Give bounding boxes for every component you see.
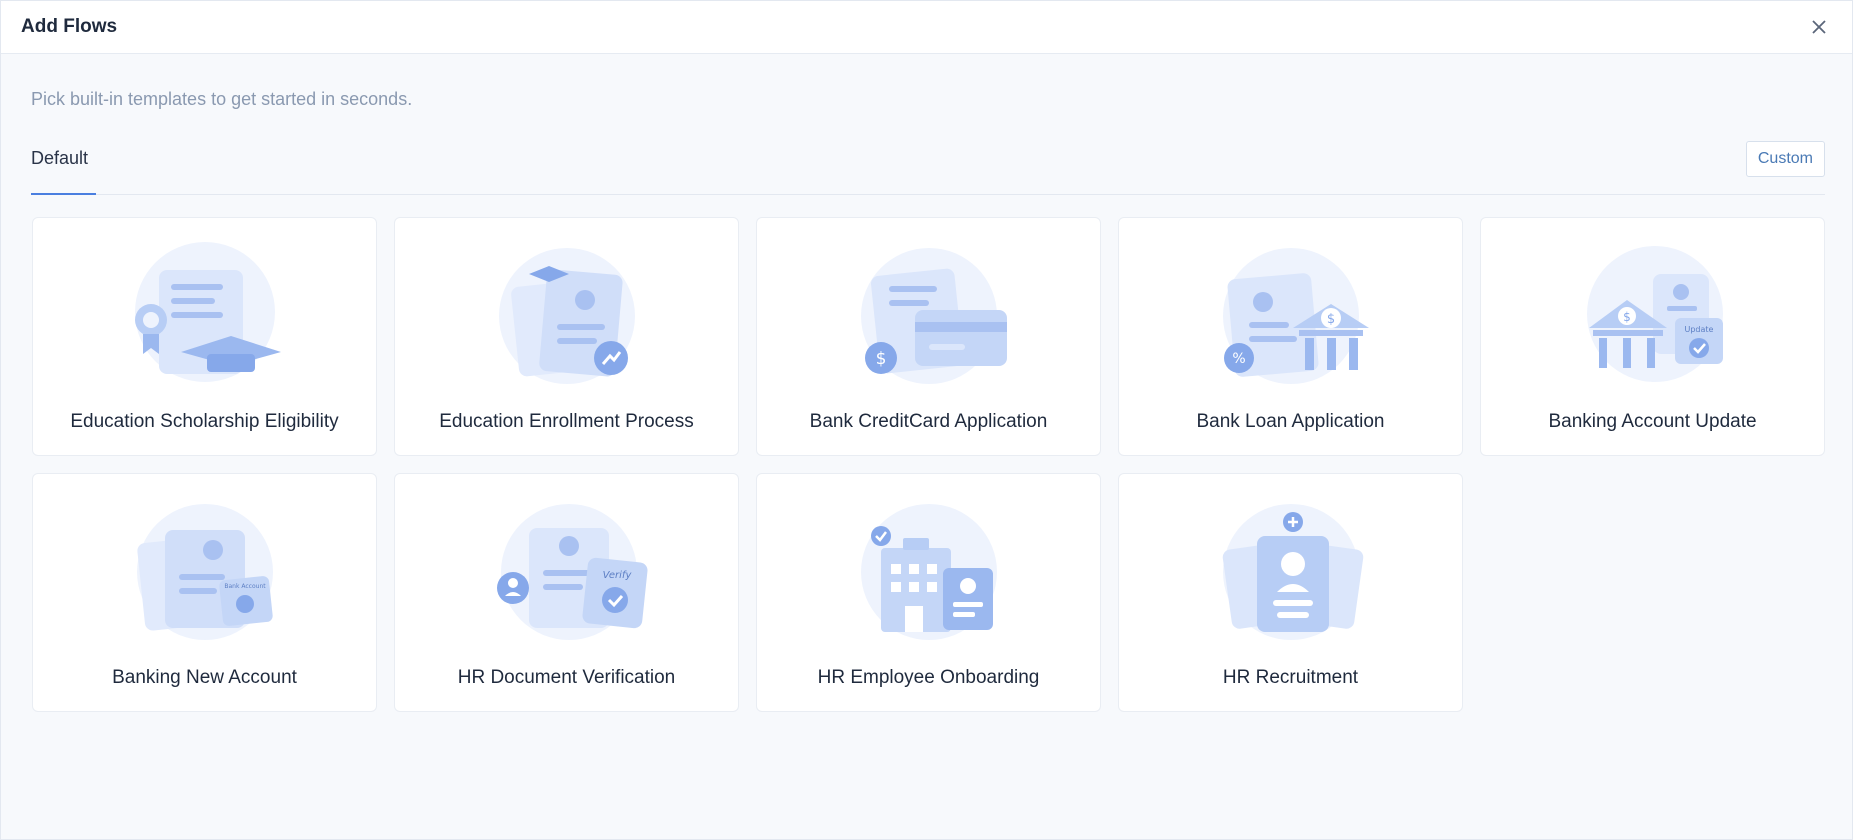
recruitment-icon — [1222, 504, 1363, 640]
credit-card-icon: $ — [860, 248, 1007, 384]
close-icon — [1812, 20, 1826, 34]
bank-loan-icon: $ % — [1222, 248, 1369, 384]
template-label: HR Employee Onboarding — [817, 667, 1040, 688]
add-flows-dialog: Add Flows Pick built-in templates to get… — [0, 0, 1853, 840]
template-card-hr-employee-onboarding[interactable]: HR Employee Onboarding — [756, 473, 1101, 712]
template-label: Banking New Account — [112, 667, 297, 688]
dialog-title: Add Flows — [21, 16, 118, 37]
svg-text:%: % — [1232, 351, 1245, 367]
custom-button[interactable]: Custom — [1745, 141, 1825, 177]
template-card-education-enrollment[interactable]: Education Enrollment Process — [394, 217, 739, 456]
template-label: Bank Loan Application — [1196, 411, 1385, 432]
illustration-badge: Update — [1684, 325, 1713, 334]
template-label: Education Enrollment Process — [439, 411, 694, 432]
template-tabs: Default Custom — [31, 141, 1825, 195]
scholarship-icon — [134, 242, 281, 382]
template-card-education-scholarship[interactable]: Education Scholarship Eligibility — [32, 217, 377, 456]
illustration-badge: Bank Account — [224, 583, 266, 590]
template-card-bank-loan[interactable]: $ % Bank Loan Application — [1118, 217, 1463, 456]
illustration-badge: Verify — [602, 570, 632, 581]
dialog-header: Add Flows — [1, 1, 1852, 54]
template-card-banking-new-account[interactable]: Bank Account Banking New Account — [32, 473, 377, 712]
template-card-hr-document-verification[interactable]: Verify HR Document Verification — [394, 473, 739, 712]
new-account-icon: Bank Account — [136, 504, 273, 640]
template-card-hr-recruitment[interactable]: HR Recruitment — [1118, 473, 1463, 712]
tab-default[interactable]: Default — [31, 141, 96, 194]
template-label: HR Document Verification — [457, 667, 676, 688]
account-update-icon: $ Update — [1586, 246, 1723, 382]
template-label: Education Scholarship Eligibility — [70, 411, 339, 432]
svg-text:$: $ — [1623, 310, 1631, 324]
document-verification-icon: Verify — [496, 504, 647, 640]
active-tab-indicator — [31, 193, 96, 195]
template-label: Bank CreditCard Application — [809, 411, 1048, 432]
close-button[interactable] — [1806, 14, 1832, 40]
template-label: Banking Account Update — [1548, 411, 1757, 432]
template-card-banking-account-update[interactable]: $ Update Banking Account Update — [1480, 217, 1825, 456]
onboarding-icon — [860, 504, 997, 640]
dialog-subtitle: Pick built-in templates to get started i… — [31, 89, 413, 109]
svg-text:$: $ — [1326, 312, 1334, 327]
enrollment-icon — [498, 248, 635, 384]
template-grid: Education Scholarship Eligibility Educat… — [32, 217, 1825, 712]
template-label: HR Recruitment — [1222, 667, 1359, 688]
svg-text:$: $ — [875, 349, 886, 369]
template-card-bank-creditcard[interactable]: $ Bank CreditCard Application — [756, 217, 1101, 456]
